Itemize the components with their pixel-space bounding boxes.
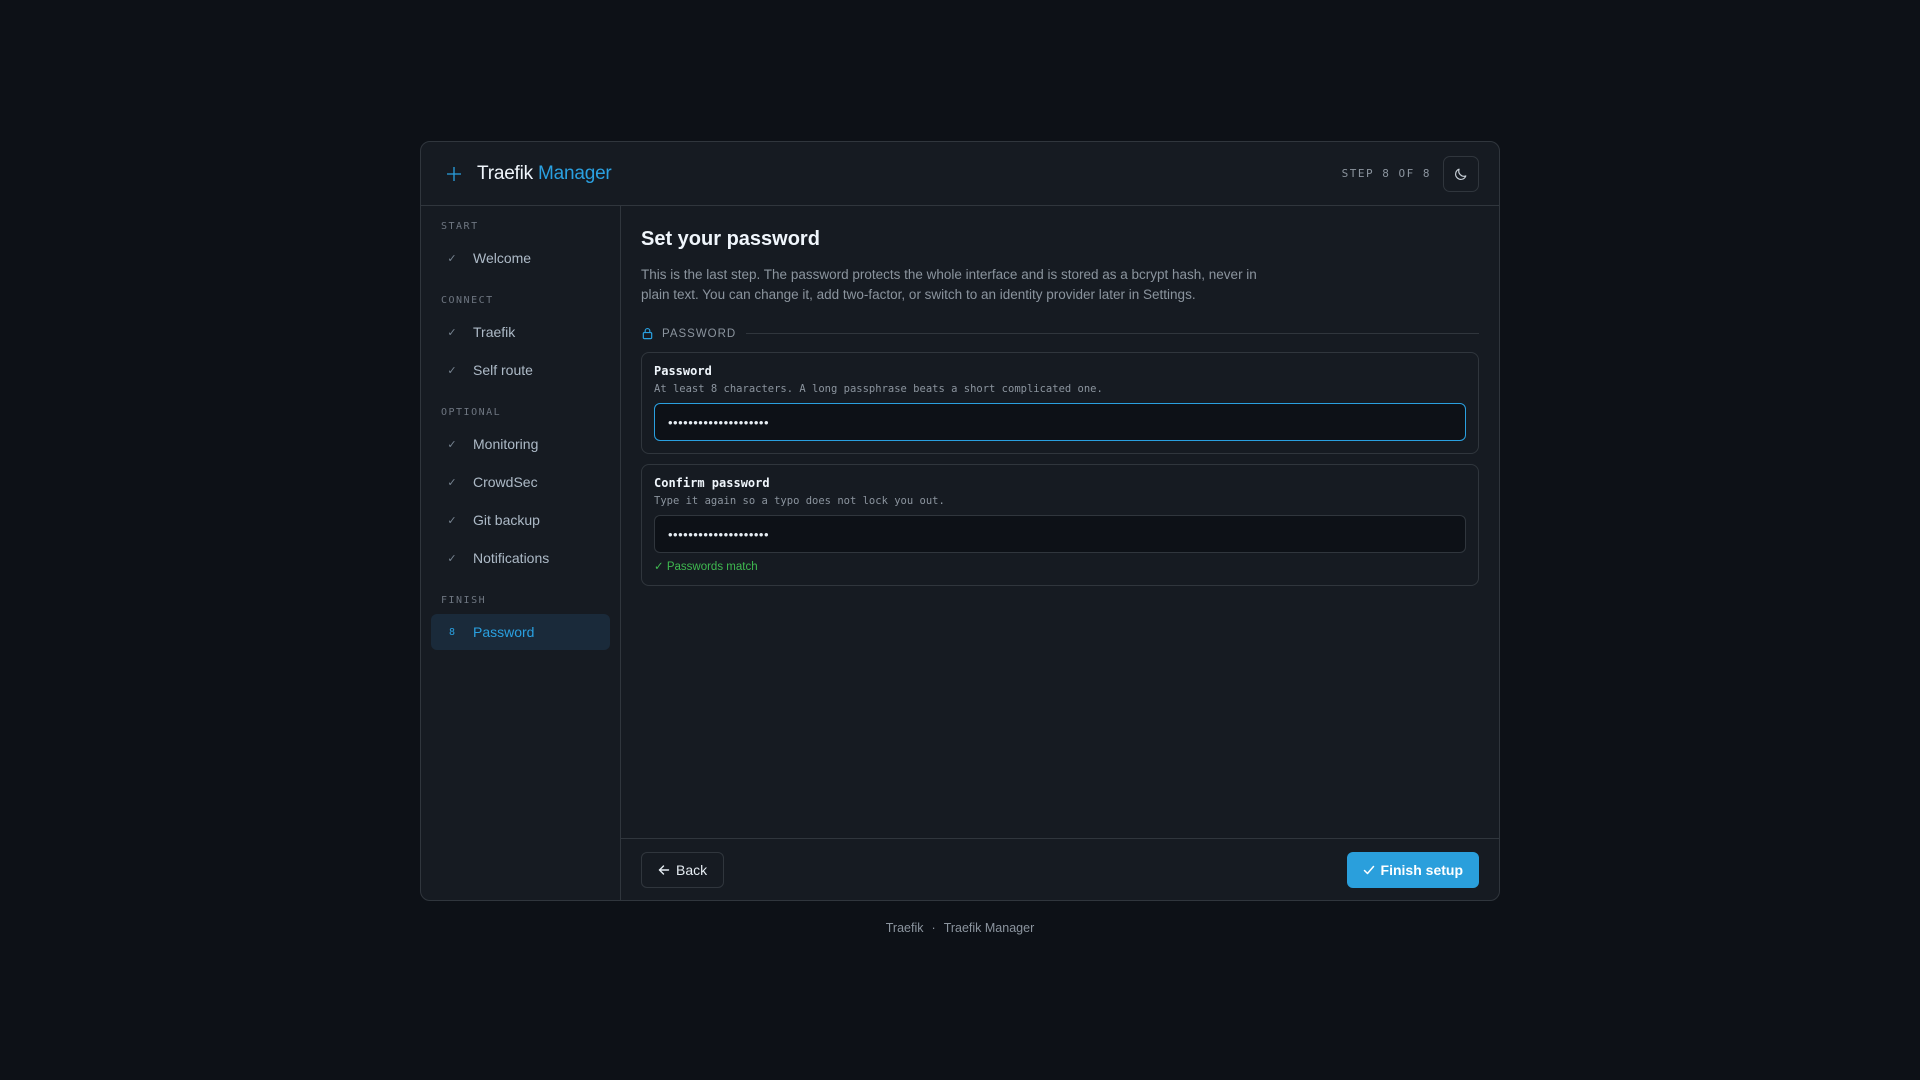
password-value: ••••••••••••••••••••	[668, 414, 770, 430]
sidebar-item-password[interactable]: 8 Password	[431, 614, 610, 650]
sidebar-item-monitoring[interactable]: ✓ Monitoring	[431, 426, 610, 462]
sidebar-item-label: Welcome	[473, 250, 532, 266]
footer-link-manager[interactable]: Traefik Manager	[944, 921, 1035, 935]
password-help: At least 8 characters. A long passphrase…	[654, 383, 1103, 395]
password-field-card: Password At least 8 characters. A long p…	[641, 352, 1479, 454]
sidebar-section-optional: OPTIONAL	[441, 407, 502, 418]
check-icon: ✓	[447, 438, 457, 451]
sidebar-item-label: Self route	[473, 362, 533, 378]
sidebar-item-label: Monitoring	[473, 436, 539, 452]
check-icon: ✓	[447, 326, 457, 339]
sidebar-section-start: START	[441, 221, 479, 232]
action-bar: Back Finish setup	[621, 838, 1499, 900]
sidebar-section-connect: CONNECT	[441, 295, 494, 306]
sparkle-icon	[445, 165, 463, 183]
sidebar-item-notifications[interactable]: ✓ Notifications	[431, 540, 610, 576]
back-button[interactable]: Back	[641, 851, 725, 888]
footer-link-traefik[interactable]: Traefik	[886, 921, 924, 935]
setup-window: Traefik Manager STEP 8 OF 8 START ✓ Welco…	[420, 141, 1500, 901]
check-icon: ✓	[447, 552, 457, 565]
main-content: Set your password This is the last step.…	[621, 206, 1499, 838]
sidebar: START ✓ Welcome CONNECT ✓ Traefik ✓ Self…	[421, 206, 621, 900]
check-icon: ✓	[447, 476, 457, 489]
confirm-field-card: Confirm password Type it again so a typo…	[641, 464, 1479, 586]
page-footer: Traefik · Traefik Manager	[0, 921, 1920, 935]
divider	[746, 333, 1479, 334]
theme-toggle-button[interactable]	[1443, 155, 1479, 192]
sidebar-item-crowdsec[interactable]: ✓ CrowdSec	[431, 464, 610, 500]
confirm-password-value: ••••••••••••••••••••	[668, 526, 770, 542]
check-icon	[1363, 864, 1375, 876]
check-icon: ✓	[447, 364, 457, 377]
sidebar-item-label: Git backup	[473, 512, 540, 528]
finish-setup-button[interactable]: Finish setup	[1346, 851, 1479, 888]
page-description: This is the last step. The password prot…	[641, 267, 1257, 302]
group-label: PASSWORD	[662, 327, 737, 340]
sidebar-item-label: CrowdSec	[473, 474, 538, 490]
footer-separator: ·	[931, 921, 936, 935]
moon-icon	[1454, 167, 1468, 181]
finish-button-label: Finish setup	[1380, 861, 1463, 878]
confirm-password-label: Confirm password	[654, 476, 770, 490]
sidebar-item-label: Traefik	[473, 324, 516, 340]
app-brand: Traefik Manager	[477, 163, 612, 185]
password-label: Password	[654, 364, 712, 378]
step-indicator: STEP 8 OF 8	[1341, 167, 1431, 180]
password-group-header: PASSWORD	[641, 327, 1479, 340]
confirm-password-help: Type it again so a typo does not lock yo…	[654, 495, 945, 507]
sidebar-item-label: Password	[473, 624, 535, 640]
passwords-match-status: ✓ Passwords match	[654, 561, 758, 573]
sidebar-section-finish: FINISH	[441, 595, 487, 606]
page-title: Set your password	[641, 228, 820, 250]
check-icon: ✓	[447, 252, 457, 265]
sidebar-item-label: Notifications	[473, 550, 550, 566]
lock-icon	[641, 327, 654, 340]
arrow-left-icon	[658, 864, 670, 876]
sidebar-item-traefik[interactable]: ✓ Traefik	[431, 314, 610, 350]
password-input[interactable]: ••••••••••••••••••••	[654, 403, 1466, 441]
sidebar-item-self-route[interactable]: ✓ Self route	[431, 352, 610, 388]
header: Traefik Manager STEP 8 OF 8	[421, 142, 1499, 206]
back-button-label: Back	[676, 861, 708, 878]
sidebar-item-welcome[interactable]: ✓ Welcome	[431, 240, 610, 276]
sidebar-item-git-backup[interactable]: ✓ Git backup	[431, 502, 610, 538]
step-number: 8	[448, 626, 456, 638]
brand-primary: Traefik	[477, 162, 533, 184]
brand-accent: Manager	[537, 162, 612, 184]
confirm-password-input[interactable]: ••••••••••••••••••••	[654, 515, 1466, 553]
check-icon: ✓	[447, 514, 457, 527]
